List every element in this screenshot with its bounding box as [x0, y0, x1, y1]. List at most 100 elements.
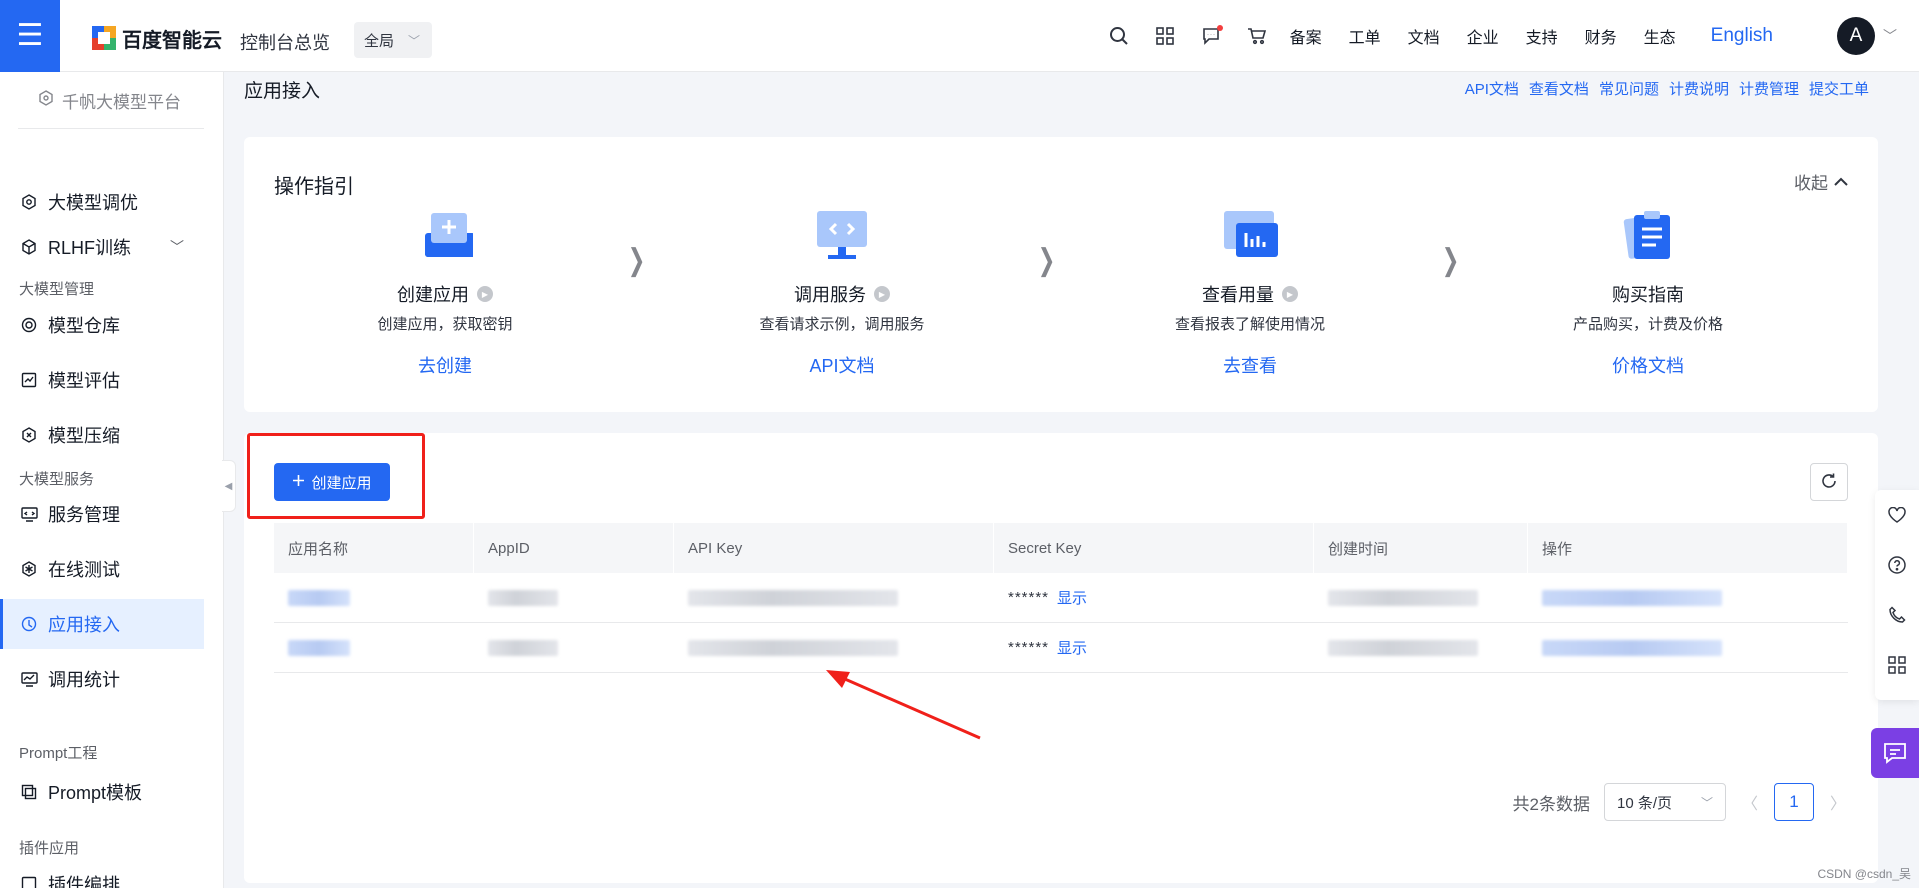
next-page-icon[interactable]: 〉 — [1828, 790, 1848, 814]
platform-icon — [38, 90, 54, 111]
chevron-right-icon: ❯ — [627, 244, 646, 277]
link-api-docs[interactable]: API文档 — [1465, 78, 1519, 99]
secret-mask: ****** — [1008, 589, 1050, 606]
help-icon[interactable] — [1875, 540, 1919, 590]
console-overview-link[interactable]: 控制台总览 — [240, 29, 330, 55]
page-title: 应用接入 — [244, 81, 321, 102]
favorite-icon[interactable] — [1875, 490, 1919, 540]
redacted-actions[interactable] — [1542, 639, 1722, 656]
nav-link-support[interactable]: 支持 — [1526, 24, 1558, 48]
prev-page-icon[interactable]: 〈 — [1740, 790, 1760, 814]
region-select[interactable]: 全局 ﹀ — [354, 22, 432, 58]
link-faq[interactable]: 常见问题 — [1599, 78, 1659, 99]
step-desc: 产品购买，计费及价格 — [1572, 316, 1723, 333]
cell-api-key — [674, 623, 994, 672]
repo-icon — [20, 316, 38, 334]
doc-links: API文档 查看文档 常见问题 计费说明 计费管理 提交工单 — [1465, 78, 1869, 99]
platform-title[interactable]: 千帆大模型平台 — [38, 88, 181, 113]
plugin-icon — [20, 875, 38, 888]
column-header-app-name: 应用名称 — [274, 523, 474, 573]
redacted-actions[interactable] — [1542, 589, 1722, 606]
cell-appid — [474, 623, 674, 672]
link-billing-management[interactable]: 计费管理 — [1739, 78, 1799, 99]
api-docs-link[interactable]: API文档 — [712, 352, 972, 378]
phone-icon[interactable] — [1875, 590, 1919, 640]
nav-link-enterprise[interactable]: 企业 — [1467, 24, 1499, 48]
link-submit-ticket[interactable]: 提交工单 — [1809, 78, 1869, 99]
chevron-right-icon: ❯ — [1441, 244, 1460, 277]
go-view-link[interactable]: 去查看 — [1120, 352, 1380, 378]
sidebar-item-rlhf[interactable]: RLHF训练 ﹀ — [0, 222, 204, 272]
nav-link-beian[interactable]: 备案 — [1290, 24, 1322, 48]
cell-app-name[interactable] — [274, 573, 474, 622]
app-icon — [20, 615, 38, 633]
top-navigation-bar: ☰ 百度智能云 控制台总览 全局 ﹀ 备案 工单 文档 企业 支持 财务 生态 … — [0, 0, 1919, 72]
baidu-cloud-logo[interactable]: 百度智能云 — [92, 24, 222, 52]
search-icon[interactable] — [1106, 23, 1132, 49]
nav-link-ticket[interactable]: 工单 — [1349, 24, 1381, 48]
go-create-link[interactable]: 去创建 — [315, 352, 575, 378]
nav-link-docs[interactable]: 文档 — [1408, 24, 1440, 48]
page-size-select[interactable]: 10 条/页 ﹀ — [1604, 783, 1726, 821]
cell-actions[interactable] — [1528, 573, 1848, 622]
play-video-icon[interactable]: ▶ — [1282, 286, 1298, 302]
apps-grid-icon[interactable] — [1875, 640, 1919, 690]
sidebar-item-call-statistics[interactable]: 调用统计 — [0, 654, 204, 704]
column-header-api-key: API Key — [674, 523, 994, 573]
sidebar-item-model-repo[interactable]: 模型仓库 — [0, 300, 204, 350]
purchase-guide-illustration-icon — [1620, 207, 1676, 263]
nav-link-finance[interactable]: 财务 — [1585, 24, 1617, 48]
show-secret-link[interactable]: 显示 — [1057, 637, 1087, 658]
refresh-button[interactable] — [1810, 463, 1848, 501]
cell-created-time — [1314, 623, 1528, 672]
sidebar-group-model-management: 大模型管理 — [19, 281, 95, 298]
play-video-icon[interactable]: ▶ — [874, 286, 890, 302]
create-app-button[interactable]: 创建应用 — [274, 463, 390, 501]
price-docs-link[interactable]: 价格文档 — [1518, 352, 1778, 378]
sidebar-item-plugin-orchestration[interactable]: 插件编排 — [0, 859, 204, 888]
floating-toolbar — [1875, 490, 1919, 700]
logo-mark-icon — [92, 26, 116, 50]
sidebar-item-online-test[interactable]: 在线测试 — [0, 544, 204, 594]
stats-icon — [20, 670, 38, 688]
link-view-docs[interactable]: 查看文档 — [1529, 78, 1589, 99]
guide-step-purchase-guide: 购买指南 产品购买，计费及价格 价格文档 — [1518, 207, 1778, 378]
sidebar-item-prompt-template[interactable]: Prompt模板 — [0, 767, 204, 817]
menu-icon[interactable]: ☰ — [0, 0, 60, 72]
cell-appid — [474, 573, 674, 622]
show-secret-link[interactable]: 显示 — [1057, 587, 1087, 608]
message-icon[interactable] — [1198, 23, 1224, 49]
sidebar-collapse-handle[interactable]: ◀ — [222, 460, 236, 512]
sidebar-item-app-access[interactable]: 应用接入 — [0, 599, 204, 649]
notification-dot — [1216, 25, 1223, 31]
chat-icon[interactable] — [1871, 728, 1919, 778]
grid-icon[interactable] — [1152, 23, 1178, 49]
total-count: 共2条数据 — [1512, 794, 1590, 814]
collapse-button[interactable]: 收起 — [1794, 169, 1848, 194]
step-title: 创建应用 — [397, 285, 469, 305]
cart-icon[interactable] — [1244, 23, 1270, 49]
redacted-value — [288, 589, 350, 606]
language-switch[interactable]: English — [1711, 25, 1773, 47]
operation-guide-card: 操作指引 收起 创建应用 ▶ 创建应用，获取密钥 去创建 ❯ 调用服务 ▶ 查看请求… — [244, 137, 1878, 412]
secret-mask: ****** — [1008, 639, 1050, 656]
step-desc: 查看报表了解使用情况 — [1174, 316, 1325, 333]
sidebar-item-model-tuning[interactable]: 大模型调优 — [0, 177, 204, 227]
sidebar-item-model-evaluation[interactable]: 模型评估 — [0, 355, 204, 405]
step-desc: 创建应用，获取密钥 — [377, 316, 513, 333]
link-billing-info[interactable]: 计费说明 — [1669, 78, 1729, 99]
refresh-icon — [1820, 472, 1838, 493]
user-avatar[interactable]: A — [1837, 17, 1875, 55]
nav-link-ecosystem[interactable]: 生态 — [1644, 24, 1676, 48]
cell-app-name[interactable] — [274, 623, 474, 672]
sidebar-item-service-management[interactable]: 服务管理 — [0, 489, 204, 539]
cell-actions[interactable] — [1528, 623, 1848, 672]
redacted-value — [1328, 639, 1478, 656]
chevron-down-icon[interactable]: ﹀ — [1883, 26, 1897, 46]
sidebar-item-model-compression[interactable]: 模型压缩 — [0, 410, 204, 460]
redacted-value — [1328, 589, 1478, 606]
guide-title: 操作指引 — [274, 176, 354, 198]
page-number-current[interactable]: 1 — [1774, 783, 1814, 821]
region-value: 全局 — [364, 32, 395, 50]
play-video-icon[interactable]: ▶ — [477, 286, 493, 302]
